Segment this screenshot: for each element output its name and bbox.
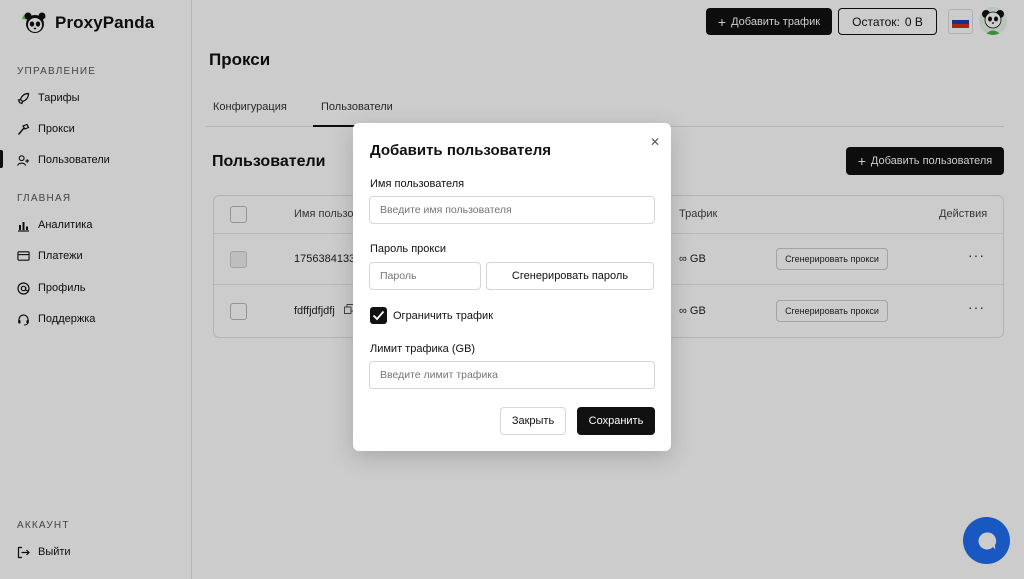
password-input[interactable] — [369, 262, 481, 290]
limit-traffic-label: Ограничить трафик — [393, 309, 494, 322]
check-icon — [372, 310, 385, 321]
close-icon[interactable]: ✕ — [650, 135, 660, 149]
add-user-modal: Добавить пользователя ✕ Имя пользователя… — [353, 123, 671, 451]
password-label: Пароль прокси — [370, 243, 446, 255]
save-button[interactable]: Сохранить — [577, 407, 655, 435]
limit-traffic-checkbox[interactable] — [370, 307, 387, 324]
traffic-limit-label: Лимит трафика (GB) — [370, 343, 476, 355]
generate-password-button[interactable]: Сгенерировать пароль — [486, 262, 654, 290]
traffic-limit-input[interactable] — [369, 361, 655, 389]
username-input[interactable] — [369, 196, 655, 224]
modal-title: Добавить пользователя — [370, 142, 551, 159]
close-button[interactable]: Закрыть — [500, 407, 566, 435]
limit-traffic-toggle[interactable]: Ограничить трафик — [370, 307, 493, 324]
username-label: Имя пользователя — [370, 178, 465, 190]
